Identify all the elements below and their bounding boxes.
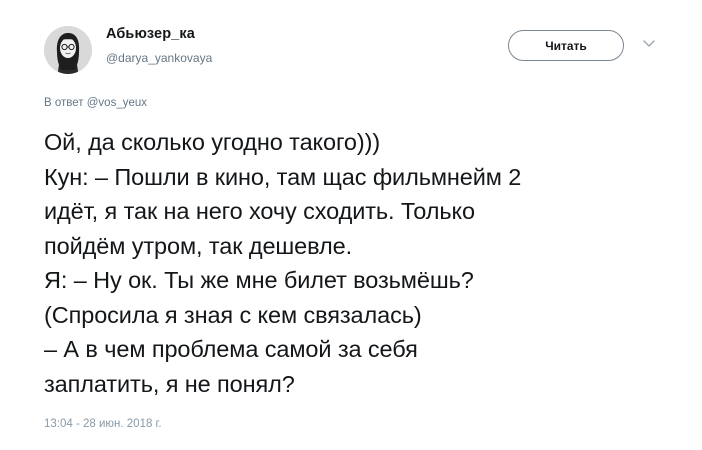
tweet-line: Кун: – Пошли в кино, там щас фильмнейм 2 [44, 163, 522, 190]
tweet-text: Ой, да сколько угодно такого))) Кун: – П… [44, 125, 664, 401]
tweet-timestamp[interactable]: 13:04 - 28 июн. 2018 г. [44, 418, 162, 430]
tweet-card: Абьюзер_ка @darya_yankovaya Читать В отв… [0, 0, 702, 450]
tweet-line: Ой, да сколько угодно такого))) [44, 129, 381, 155]
reply-user-link[interactable]: @vos_yeux [87, 97, 147, 109]
author-avatar[interactable] [44, 26, 92, 74]
follow-button[interactable]: Читать [508, 30, 624, 61]
reply-context: В ответ @vos_yeux [44, 97, 147, 109]
author-display-name[interactable]: Абьюзер_ка [106, 26, 195, 42]
tweet-line: Я: – Ну ок. Ты же мне билет возьмёшь? [44, 267, 474, 293]
chevron-down-icon[interactable] [640, 36, 658, 52]
avatar-girl-with-glasses-icon [44, 26, 92, 74]
tweet-line: идёт, я так на него хочу сходить. Только [44, 198, 475, 224]
author-handle[interactable]: @darya_yankovaya [106, 51, 212, 65]
tweet-line: – А в чем проблема самой за себя [44, 336, 418, 362]
tweet-line: заплатить, я не понял? [44, 370, 295, 397]
tweet-line: (Спросила я зная с кем связалась) [44, 301, 422, 328]
tweet-line: пойдём утром, так дешевле. [44, 232, 352, 259]
reply-prefix: В ответ [44, 97, 84, 109]
